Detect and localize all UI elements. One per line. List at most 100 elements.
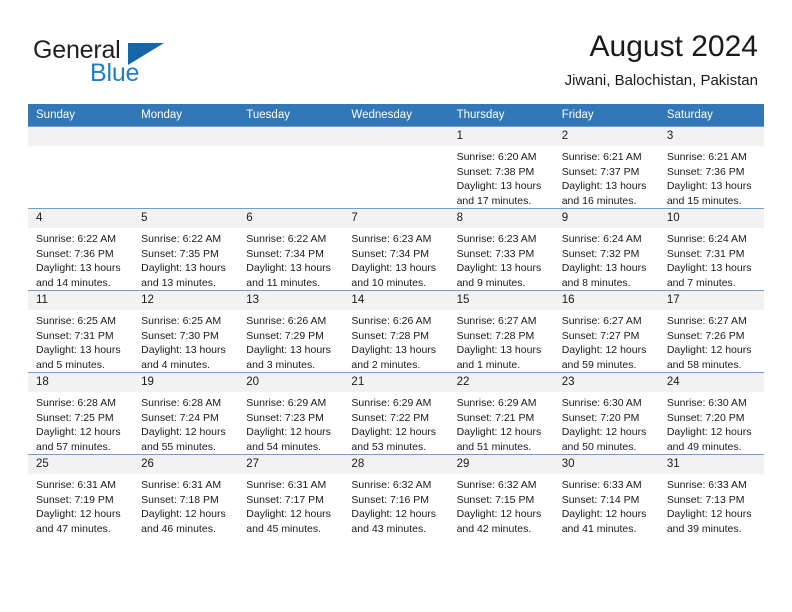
sunset-text: Sunset: 7:35 PM xyxy=(141,247,219,260)
sunset-text: Sunset: 7:24 PM xyxy=(141,411,219,424)
day-details: Sunrise: 6:32 AM Sunset: 7:16 PM Daylight:… xyxy=(343,474,448,536)
calendar-day-cell[interactable]: 1 Sunrise: 6:20 AM Sunset: 7:38 PM Daylight… xyxy=(448,126,554,209)
calendar-day-cell[interactable]: 20 Sunrise: 6:29 AM Sunset: 7:23 PM Dayligh… xyxy=(238,372,344,455)
calendar-day-cell[interactable]: 21 Sunrise: 6:29 AM Sunset: 7:22 PM Dayligh… xyxy=(343,372,449,455)
weekday-header-thursday: Thursday xyxy=(448,104,554,127)
calendar-day-cell[interactable]: 17 Sunrise: 6:27 AM Sunset: 7:26 PM Dayligh… xyxy=(658,290,764,373)
sunrise-text: Sunrise: 6:22 AM xyxy=(36,233,116,245)
day-number: 11 xyxy=(28,291,134,310)
calendar-day-cell-empty xyxy=(133,126,239,209)
sunset-text: Sunset: 7:15 PM xyxy=(456,493,535,506)
calendar-day-cell[interactable]: 18 Sunrise: 6:28 AM Sunset: 7:25 PM Dayligh… xyxy=(28,372,134,455)
daylight-text-line1: Daylight: 12 hours xyxy=(36,508,121,520)
sunrise-text: Sunrise: 6:33 AM xyxy=(666,479,747,491)
calendar-day-cell[interactable]: 6 Sunrise: 6:22 AM Sunset: 7:34 PM Daylight… xyxy=(238,208,344,291)
calendar-day-cell[interactable]: 23 Sunrise: 6:30 AM Sunset: 7:20 PM Dayligh… xyxy=(553,372,659,455)
sunrise-text: Sunrise: 6:24 AM xyxy=(666,233,747,245)
calendar-day-cell[interactable]: 29 Sunrise: 6:32 AM Sunset: 7:15 PM Dayligh… xyxy=(448,454,554,536)
sunset-text: Sunset: 7:20 PM xyxy=(666,411,745,424)
calendar-day-cell-empty xyxy=(238,126,344,209)
sunrise-text: Sunrise: 6:24 AM xyxy=(561,233,642,245)
sunset-text: Sunset: 7:25 PM xyxy=(36,411,114,424)
calendar-day-cell-empty xyxy=(343,126,449,209)
calendar-day-cell[interactable]: 27 Sunrise: 6:31 AM Sunset: 7:17 PM Dayligh… xyxy=(238,454,344,536)
calendar-week-row: 18 Sunrise: 6:28 AM Sunset: 7:25 PM Dayligh… xyxy=(28,372,764,455)
day-details: Sunrise: 6:28 AM Sunset: 7:24 PM Daylight:… xyxy=(133,392,238,454)
day-number: 26 xyxy=(133,455,239,474)
day-number: 16 xyxy=(553,291,659,310)
sunset-text: Sunset: 7:31 PM xyxy=(36,329,114,342)
daylight-text-line2: and 7 minutes. xyxy=(666,276,736,289)
day-details: Sunrise: 6:28 AM Sunset: 7:25 PM Daylight:… xyxy=(28,392,133,454)
day-number: 22 xyxy=(448,373,554,392)
day-number: 31 xyxy=(658,455,764,474)
sunrise-text: Sunrise: 6:30 AM xyxy=(666,397,747,409)
day-details: Sunrise: 6:30 AM Sunset: 7:20 PM Daylight:… xyxy=(554,392,659,454)
daylight-text-line2: and 43 minutes. xyxy=(351,522,427,535)
calendar-page: General Blue August 2024 Jiwani, Balochi… xyxy=(0,0,792,612)
day-details: Sunrise: 6:31 AM Sunset: 7:17 PM Daylight:… xyxy=(238,474,343,536)
day-number: 23 xyxy=(553,373,659,392)
day-number: 27 xyxy=(238,455,344,474)
calendar-day-cell[interactable]: 31 Sunrise: 6:33 AM Sunset: 7:13 PM Dayligh… xyxy=(658,454,764,536)
logo-text-blue: Blue xyxy=(90,59,140,87)
calendar-day-cell[interactable]: 14 Sunrise: 6:26 AM Sunset: 7:28 PM Dayligh… xyxy=(343,290,449,373)
calendar-day-cell[interactable]: 28 Sunrise: 6:32 AM Sunset: 7:16 PM Dayligh… xyxy=(343,454,449,536)
calendar-day-cell[interactable]: 5 Sunrise: 6:22 AM Sunset: 7:35 PM Daylight… xyxy=(133,208,239,291)
day-number: 8 xyxy=(448,209,554,228)
sunrise-text: Sunrise: 6:29 AM xyxy=(246,397,327,409)
daylight-text-line1: Daylight: 12 hours xyxy=(246,426,331,438)
sunset-text: Sunset: 7:22 PM xyxy=(351,411,430,424)
calendar-day-cell[interactable]: 10 Sunrise: 6:24 AM Sunset: 7:31 PM Dayligh… xyxy=(658,208,764,291)
daylight-text-line1: Daylight: 12 hours xyxy=(141,508,226,520)
calendar-day-cell[interactable]: 11 Sunrise: 6:25 AM Sunset: 7:31 PM Dayligh… xyxy=(28,290,134,373)
day-number xyxy=(133,127,239,146)
calendar-day-cell[interactable]: 4 Sunrise: 6:22 AM Sunset: 7:36 PM Daylight… xyxy=(28,208,134,291)
weekday-header-tuesday: Tuesday xyxy=(238,104,344,127)
calendar-day-cell[interactable]: 16 Sunrise: 6:27 AM Sunset: 7:27 PM Dayligh… xyxy=(553,290,659,373)
daylight-text-line2: and 16 minutes. xyxy=(561,194,637,207)
sunset-text: Sunset: 7:31 PM xyxy=(666,247,745,260)
sunset-text: Sunset: 7:18 PM xyxy=(141,493,219,506)
calendar-day-cell[interactable]: 7 Sunrise: 6:23 AM Sunset: 7:34 PM Daylight… xyxy=(343,208,449,291)
calendar-day-cell[interactable]: 12 Sunrise: 6:25 AM Sunset: 7:30 PM Dayligh… xyxy=(133,290,239,373)
day-details: Sunrise: 6:29 AM Sunset: 7:22 PM Daylight:… xyxy=(343,392,448,454)
day-details: Sunrise: 6:27 AM Sunset: 7:28 PM Daylight:… xyxy=(449,310,554,372)
daylight-text-line1: Daylight: 12 hours xyxy=(141,426,226,438)
daylight-text-line2: and 13 minutes. xyxy=(141,276,216,289)
weekday-header-monday: Monday xyxy=(133,104,239,127)
weekday-header-row: Sunday Monday Tuesday Wednesday Thursday Frid… xyxy=(28,104,764,127)
day-details: Sunrise: 6:25 AM Sunset: 7:30 PM Daylight:… xyxy=(133,310,238,372)
sunrise-text: Sunrise: 6:26 AM xyxy=(351,315,432,327)
daylight-text-line2: and 57 minutes. xyxy=(36,440,111,453)
calendar-day-cell[interactable]: 26 Sunrise: 6:31 AM Sunset: 7:18 PM Dayligh… xyxy=(133,454,239,536)
calendar-day-cell[interactable]: 22 Sunrise: 6:29 AM Sunset: 7:21 PM Dayligh… xyxy=(448,372,554,455)
day-details: Sunrise: 6:20 AM Sunset: 7:38 PM Daylight:… xyxy=(449,146,554,208)
day-number: 28 xyxy=(343,455,449,474)
calendar-day-cell[interactable]: 13 Sunrise: 6:26 AM Sunset: 7:29 PM Dayligh… xyxy=(238,290,344,373)
sunset-text: Sunset: 7:28 PM xyxy=(351,329,430,342)
day-details: Sunrise: 6:21 AM Sunset: 7:37 PM Daylight:… xyxy=(554,146,659,208)
day-details: Sunrise: 6:22 AM Sunset: 7:35 PM Daylight:… xyxy=(133,228,238,290)
calendar-day-cell[interactable]: 2 Sunrise: 6:21 AM Sunset: 7:37 PM Daylight… xyxy=(553,126,659,209)
calendar-day-cell[interactable]: 25 Sunrise: 6:31 AM Sunset: 7:19 PM Dayligh… xyxy=(28,454,134,536)
daylight-text-line1: Daylight: 12 hours xyxy=(561,426,647,438)
day-details: Sunrise: 6:29 AM Sunset: 7:21 PM Daylight:… xyxy=(449,392,554,454)
day-number: 6 xyxy=(238,209,344,228)
calendar-day-cell[interactable]: 3 Sunrise: 6:21 AM Sunset: 7:36 PM Daylight… xyxy=(658,126,764,209)
daylight-text-line2: and 3 minutes. xyxy=(246,358,316,371)
calendar-day-cell[interactable]: 30 Sunrise: 6:33 AM Sunset: 7:14 PM Dayligh… xyxy=(553,454,659,536)
calendar-day-cell[interactable]: 15 Sunrise: 6:27 AM Sunset: 7:28 PM Dayligh… xyxy=(448,290,554,373)
day-details: Sunrise: 6:27 AM Sunset: 7:27 PM Daylight:… xyxy=(554,310,659,372)
day-number: 3 xyxy=(658,127,764,146)
calendar-day-cell[interactable]: 9 Sunrise: 6:24 AM Sunset: 7:32 PM Daylight… xyxy=(553,208,659,291)
weekday-header-sunday: Sunday xyxy=(28,104,134,127)
calendar-day-cell[interactable]: 8 Sunrise: 6:23 AM Sunset: 7:33 PM Daylight… xyxy=(448,208,554,291)
day-details: Sunrise: 6:33 AM Sunset: 7:14 PM Daylight:… xyxy=(554,474,659,536)
sunset-text: Sunset: 7:34 PM xyxy=(351,247,430,260)
calendar-day-cell[interactable]: 19 Sunrise: 6:28 AM Sunset: 7:24 PM Dayligh… xyxy=(133,372,239,455)
calendar-day-cell[interactable]: 24 Sunrise: 6:30 AM Sunset: 7:20 PM Dayligh… xyxy=(658,372,764,455)
day-details: Sunrise: 6:26 AM Sunset: 7:29 PM Daylight:… xyxy=(238,310,343,372)
general-blue-logo[interactable]: General Blue xyxy=(33,36,203,87)
sunset-text: Sunset: 7:34 PM xyxy=(246,247,324,260)
